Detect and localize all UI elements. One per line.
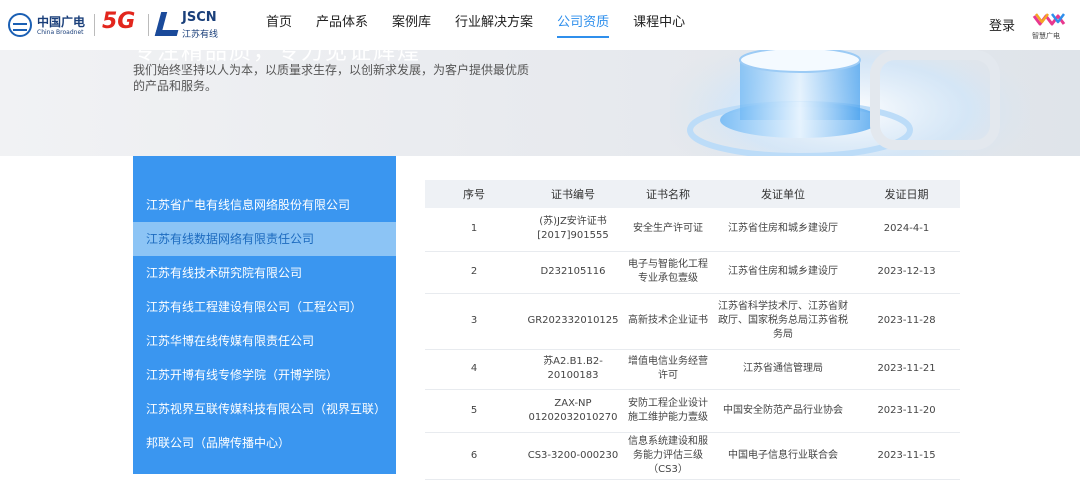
cell-issuer: 江苏省科学技术厅、江苏省财政厅、国家税务总局江苏省税务局 — [713, 293, 853, 350]
cell-date: 2023-11-20 — [853, 389, 960, 433]
cell-date: 2023-11-15 — [853, 432, 960, 480]
cell-cert-no: GR202332010125 — [523, 293, 623, 350]
certificate-table: 序号 证书编号 证书名称 发证单位 发证日期 1 (苏)JZ安许证书[2017]… — [425, 180, 960, 480]
hero-banner: 专注精品质，专力见证辉煌 我们始终坚持以人为本，以质量求生存，以创新求发展，为客… — [0, 50, 1080, 156]
nav-qualifications[interactable]: 公司资质 — [557, 0, 610, 50]
table-header-row: 序号 证书编号 证书名称 发证单位 发证日期 — [425, 180, 960, 208]
cell-cert-name: 信息系统建设和服务能力评估三级（CS3） — [623, 432, 713, 480]
cell-date: 2023-11-21 — [853, 349, 960, 390]
cell-issuer: 中国安全防范产品行业协会 — [713, 389, 853, 433]
company-sidebar: 江苏省广电有线信息网络股份有限公司 江苏有线数据网络有限责任公司 江苏有线技术研… — [133, 156, 396, 474]
table-row: 6 CS3-3200-000230 信息系统建设和服务能力评估三级（CS3） 中… — [425, 432, 960, 480]
cell-no: 5 — [425, 389, 523, 433]
cell-no: 1 — [425, 208, 523, 252]
smart-broadcast-logo[interactable]: 智慧广电 — [1028, 10, 1074, 42]
nav-products[interactable]: 产品体系 — [316, 0, 368, 50]
nav-solutions[interactable]: 行业解决方案 — [455, 0, 533, 50]
cell-cert-name: 增值电信业务经营许可 — [623, 349, 713, 390]
sidebar-item-engineering[interactable]: 江苏有线工程建设有限公司（工程公司） — [133, 290, 396, 324]
logo-5g: 5G — [102, 9, 136, 34]
cell-issuer: 江苏省住房和城乡建设厅 — [713, 208, 853, 252]
logo-cn-text: 中国广电 — [37, 15, 86, 29]
header-cert-name: 证书名称 — [623, 180, 713, 208]
cell-cert-no: 苏A2.B1.B2-20100183 — [523, 349, 623, 390]
cell-no: 3 — [425, 293, 523, 350]
nav-home[interactable]: 首页 — [266, 0, 292, 50]
login-link[interactable]: 登录 — [989, 15, 1015, 34]
nav-courses[interactable]: 课程中心 — [633, 0, 685, 50]
header-issuer: 发证单位 — [713, 180, 853, 208]
logo-divider — [148, 14, 149, 36]
sidebar-item-huabo[interactable]: 江苏华博在线传媒有限责任公司 — [133, 324, 396, 358]
sidebar-item-data-network[interactable]: 江苏有线数据网络有限责任公司 — [133, 222, 396, 256]
sidebar-item-banglian[interactable]: 邦联公司（品牌传播中心） — [133, 426, 396, 460]
cell-cert-name: 高新技术企业证书 — [623, 293, 713, 350]
cell-no: 6 — [425, 432, 523, 480]
cell-date: 2023-12-13 — [853, 251, 960, 294]
main-nav: 首页 产品体系 案例库 行业解决方案 公司资质 课程中心 — [266, 0, 709, 50]
cell-cert-no: ZAX-NP 01202032010270 — [523, 389, 623, 433]
banner-description: 我们始终坚持以人为本，以质量求生存，以创新求发展，为客户提供最优质的产品和服务。 — [133, 63, 530, 93]
cell-cert-name: 电子与智能化工程专业承包壹级 — [623, 251, 713, 294]
sidebar-item-shijie[interactable]: 江苏视界互联传媒科技有限公司（视界互联） — [133, 392, 396, 426]
cell-cert-name: 安全生产许可证 — [623, 208, 713, 252]
cell-cert-name: 安防工程企业设计施工维护能力壹级 — [623, 389, 713, 433]
header-no: 序号 — [425, 180, 523, 208]
sidebar-item-jscn-share[interactable]: 江苏省广电有线信息网络股份有限公司 — [133, 188, 396, 222]
china-broadnet-logo[interactable]: 中国广电 China Broadnet — [8, 10, 90, 40]
cell-issuer: 江苏省通信管理局 — [713, 349, 853, 390]
header-cert-no: 证书编号 — [523, 180, 623, 208]
top-header: 中国广电 China Broadnet 5G JSCN 江苏有线 首页 产品体系… — [0, 0, 1080, 50]
sidebar-item-kaibo[interactable]: 江苏开博有线专修学院（开博学院） — [133, 358, 396, 392]
table-row: 5 ZAX-NP 01202032010270 安防工程企业设计施工维护能力壹级… — [425, 389, 960, 433]
banner-decoration-graphic — [670, 50, 1030, 156]
cell-issuer: 江苏省住房和城乡建设厅 — [713, 251, 853, 294]
sidebar-item-research-institute[interactable]: 江苏有线技术研究院有限公司 — [133, 256, 396, 290]
jscn-logo-sub: 江苏有线 — [182, 30, 219, 40]
cell-cert-no: D232105116 — [523, 251, 623, 294]
cell-issuer: 中国电子信息行业联合会 — [713, 432, 853, 480]
smart-broadcast-wave-icon — [1032, 13, 1066, 26]
cell-no: 2 — [425, 251, 523, 294]
table-row: 3 GR202332010125 高新技术企业证书 江苏省科学技术厅、江苏省财政… — [425, 293, 960, 350]
cell-date: 2023-11-28 — [853, 293, 960, 350]
cell-cert-no: CS3-3200-000230 — [523, 432, 623, 480]
logo-en-text: China Broadnet — [37, 29, 84, 36]
table-row: 2 D232105116 电子与智能化工程专业承包壹级 江苏省住房和城乡建设厅 … — [425, 251, 960, 294]
cell-cert-no: (苏)JZ安许证书[2017]901555 — [523, 208, 623, 252]
cell-date: 2024-4-1 — [853, 208, 960, 252]
table-row: 4 苏A2.B1.B2-20100183 增值电信业务经营许可 江苏省通信管理局… — [425, 349, 960, 390]
nav-cases[interactable]: 案例库 — [392, 0, 431, 50]
jscn-logo-text: JSCN — [182, 10, 217, 25]
smart-broadcast-label: 智慧广电 — [1032, 32, 1060, 40]
jscn-logo[interactable]: JSCN 江苏有线 — [154, 10, 228, 40]
logo-divider — [94, 14, 95, 36]
jscn-mark-icon — [154, 12, 184, 36]
table-row: 1 (苏)JZ安许证书[2017]901555 安全生产许可证 江苏省住房和城乡… — [425, 208, 960, 252]
globe-icon — [8, 13, 32, 37]
cell-no: 4 — [425, 349, 523, 390]
certificate-table-container: 序号 证书编号 证书名称 发证单位 发证日期 1 (苏)JZ安许证书[2017]… — [425, 180, 960, 480]
header-date: 发证日期 — [853, 180, 960, 208]
